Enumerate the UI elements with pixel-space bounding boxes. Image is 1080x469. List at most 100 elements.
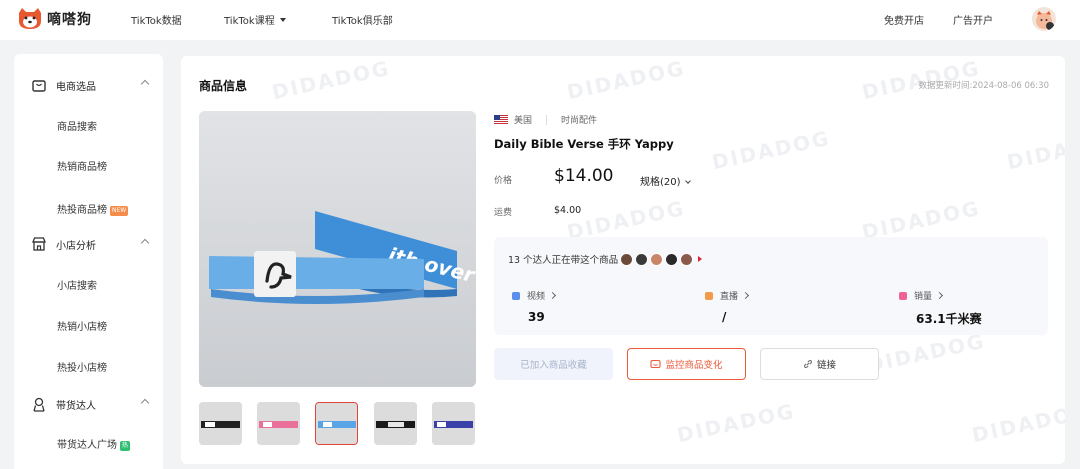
thumbnail-5[interactable] <box>432 402 475 445</box>
sidebar-item-hot-stores[interactable]: 热销小店榜 <box>57 318 107 333</box>
thumbnail-4[interactable] <box>374 402 417 445</box>
sales-icon <box>899 291 907 300</box>
sidebar-item-hot-ads[interactable]: 热投商品榜 NEW <box>57 201 129 216</box>
watermark: DIDADOG <box>969 398 1065 448</box>
creators-row[interactable]: 13 个达人正在带这个商品 <box>508 252 703 266</box>
sidebar-group-label: 小店分析 <box>56 241 96 252</box>
price-value: $14.00 <box>554 166 614 186</box>
nav-tiktok-course-label: TikTok课程 <box>224 16 275 27</box>
stat-label: 销量 <box>914 292 933 302</box>
top-navbar: 嘀嗒狗 TikTok数据 TikTok课程 TikTok俱乐部 免费开店 广告开… <box>0 0 1080 40</box>
stat-value: / <box>722 310 727 324</box>
button-label: 链接 <box>816 360 836 371</box>
app-name: 嘀嗒狗 <box>47 12 92 28</box>
thumbnail-3[interactable] <box>315 402 358 445</box>
thumbnail-2[interactable] <box>257 402 300 445</box>
thumbnail-1[interactable] <box>199 402 242 445</box>
shipping-label: 运费 <box>494 208 513 218</box>
page-title: 商品信息 <box>199 79 248 93</box>
avatar-dog-icon <box>1036 11 1054 30</box>
store-icon <box>32 237 46 251</box>
user-avatar[interactable] <box>1032 7 1056 31</box>
sidebar-item-product-search[interactable]: 商品搜索 <box>57 118 97 133</box>
live-icon <box>705 291 713 300</box>
sidebar-group-ecommerce[interactable]: 电商选品 <box>14 73 163 97</box>
sidebar-group-store-analysis[interactable]: 小店分析 <box>14 232 163 256</box>
watermark: DIDADOG <box>1004 125 1065 175</box>
dog-logo-icon <box>19 8 41 29</box>
link-button[interactable]: 链接 <box>760 348 879 380</box>
added-to-favorites-button[interactable]: 已加入商品收藏 <box>494 348 613 380</box>
logo[interactable]: 嘀嗒狗 <box>16 7 92 31</box>
arrow-right-icon[interactable] <box>698 256 703 262</box>
monitor-product-button[interactable]: 监控商品变化 <box>627 348 746 380</box>
bracelet-image: ith over <box>199 111 476 387</box>
hot-badge: 热 <box>120 441 131 451</box>
divider <box>546 114 548 125</box>
thumb-bracelet-black-icon <box>199 402 242 445</box>
sidebar-group-label: 带货达人 <box>56 401 96 412</box>
nav-open-store[interactable]: 免费开店 <box>884 12 924 27</box>
sidebar-item-hot-sales[interactable]: 热销商品榜 <box>57 158 107 173</box>
watermark: DIDADOG <box>674 398 798 448</box>
button-label: 已加入商品收藏 <box>520 360 587 371</box>
video-icon <box>512 291 520 300</box>
creator-avatar[interactable] <box>680 252 694 266</box>
category: 时尚配件 <box>561 116 598 126</box>
new-badge: NEW <box>110 206 129 216</box>
creator-avatar[interactable] <box>665 252 679 266</box>
product-region: 美国 时尚配件 <box>494 113 597 126</box>
us-flag-icon <box>494 115 508 124</box>
creator-avatar[interactable] <box>635 252 649 266</box>
country: 美国 <box>514 116 533 126</box>
chevron-right-icon <box>741 291 750 300</box>
product-main-image[interactable]: ith over <box>199 111 476 387</box>
thumb-bracelet-blue-icon <box>316 403 357 444</box>
chevron-up-icon[interactable] <box>140 79 150 89</box>
nav-tiktok-club[interactable]: TikTok俱乐部 <box>332 12 393 27</box>
nav-tiktok-data[interactable]: TikTok数据 <box>131 12 182 27</box>
spec-label: 规格(20) <box>640 177 681 188</box>
nav-tiktok-course[interactable]: TikTok课程 <box>224 12 286 27</box>
watermark: DIDADOG <box>709 125 833 175</box>
stat-value: 63.1千米赛 <box>916 312 982 326</box>
product-title: Daily Bible Verse 手环 Yappy <box>494 137 674 151</box>
update-time: 数据更新时间:2024-08-06 06:30 <box>918 81 1049 91</box>
creator-avatar[interactable] <box>620 252 634 266</box>
watermark: DIDADOG <box>864 328 988 378</box>
shipping-value: $4.00 <box>554 205 582 216</box>
sidebar-item-hot-ad-stores[interactable]: 热投小店榜 <box>57 359 107 374</box>
thumb-bracelet-navy-icon <box>432 402 475 445</box>
chevron-up-icon[interactable] <box>140 238 150 248</box>
sidebar: 电商选品 商品搜索 热销商品榜 热投商品榜 NEW 小店分析 小店搜索 热销小店榜… <box>14 54 163 469</box>
stat-video[interactable]: 视频 39 <box>512 289 557 324</box>
stat-value: 39 <box>528 310 545 324</box>
stat-live[interactable]: 直播 / <box>705 289 750 324</box>
thumb-bracelet-pink-icon <box>257 402 300 445</box>
sidebar-item-label: 热投商品榜 <box>57 205 107 216</box>
shopping-bag-icon <box>32 80 46 92</box>
chevron-right-icon <box>548 291 557 300</box>
button-label: 监控商品变化 <box>665 360 723 371</box>
chevron-right-icon <box>935 291 944 300</box>
stats-box: 13 个达人正在带这个商品 视频 39 直播 / 销量 63.1千米赛 <box>494 237 1048 335</box>
creators-count-text: 13 个达人正在带这个商品 <box>508 255 619 266</box>
thumb-bracelet-black-white-icon <box>374 402 417 445</box>
sidebar-item-label: 带货达人广场 <box>57 440 117 451</box>
monitor-icon <box>650 359 662 368</box>
caret-down-icon <box>279 18 286 22</box>
price-label: 价格 <box>494 176 513 186</box>
watermark: DIDADOG <box>269 56 393 105</box>
sidebar-item-store-search[interactable]: 小店搜索 <box>57 277 97 292</box>
creator-avatar[interactable] <box>650 252 664 266</box>
nav-ad-account[interactable]: 广告开户 <box>953 12 993 27</box>
sidebar-group-creators[interactable]: 带货达人 <box>14 392 163 416</box>
sidebar-group-label: 电商选品 <box>56 82 96 93</box>
stat-sales[interactable]: 销量 63.1千米赛 <box>899 289 982 327</box>
chevron-up-icon[interactable] <box>140 398 150 408</box>
link-icon <box>803 359 812 369</box>
person-badge-icon <box>33 397 45 412</box>
sidebar-item-creator-plaza[interactable]: 带货达人广场热 <box>57 436 131 451</box>
watermark: DIDADOG <box>564 56 688 105</box>
spec-dropdown[interactable]: 规格(20) <box>640 173 691 188</box>
